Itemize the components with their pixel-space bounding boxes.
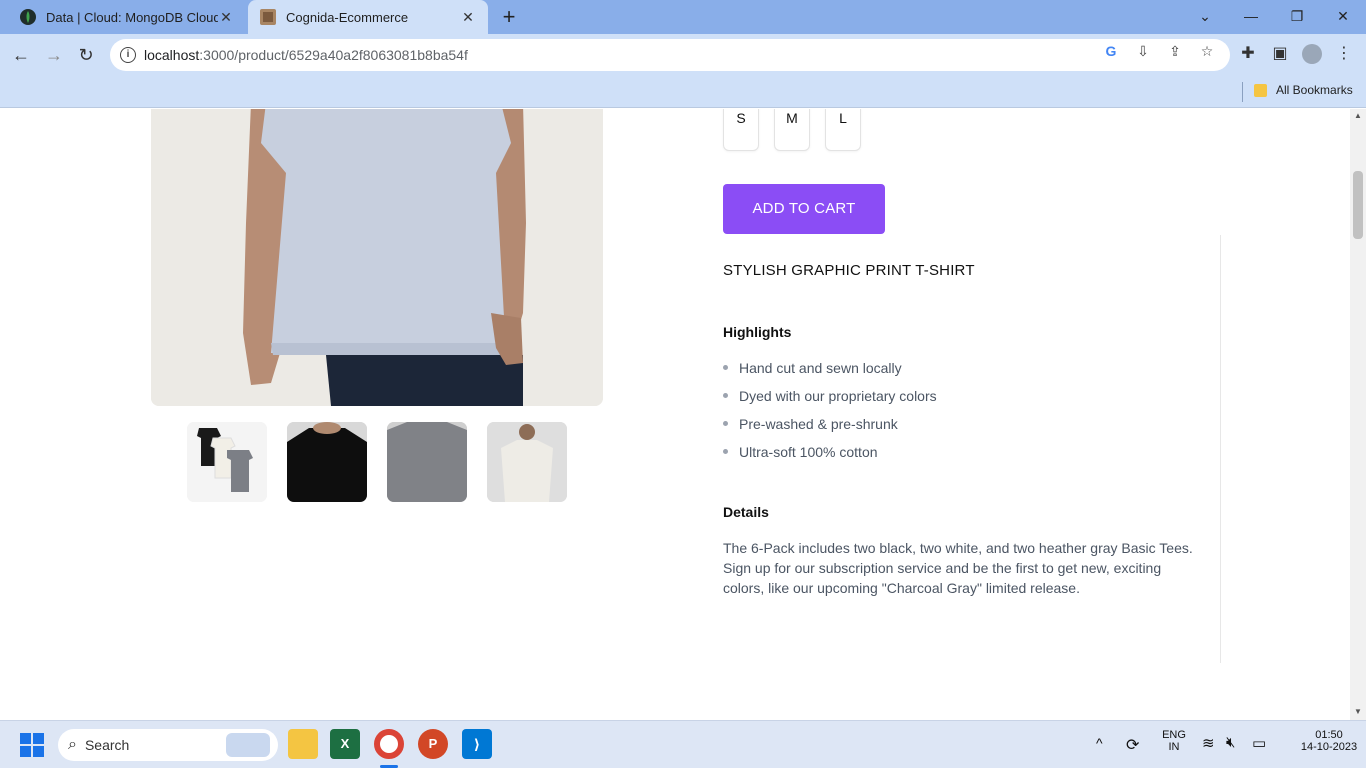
thumbnail-image[interactable] <box>387 422 467 502</box>
content-divider <box>1220 235 1221 663</box>
search-highlight-icon <box>226 733 270 757</box>
add-to-cart-button[interactable]: ADD TO CART <box>723 184 885 234</box>
show-hidden-icons-chevron-icon[interactable]: ^ <box>1096 735 1103 751</box>
clock-time: 01:50 <box>1315 729 1343 741</box>
scroll-up-arrow-icon[interactable]: ▲ <box>1354 111 1362 120</box>
windows-taskbar: ⌕ Search X P ⟩ ^ ⟳ ENG IN ≋ 🔇︎ ▭ 01:50 1… <box>0 720 1366 768</box>
url-text: localhost:3000/product/6529a40a2f8063081… <box>144 47 468 63</box>
tab-strip: Data | Cloud: MongoDB Cloud ✕ Cognida-Ec… <box>0 0 1366 34</box>
scroll-down-arrow-icon[interactable]: ▼ <box>1354 707 1362 716</box>
site-favicon-icon <box>260 9 276 25</box>
close-window-icon[interactable]: ✕ <box>1332 6 1354 26</box>
thumbnail-image[interactable] <box>187 422 267 502</box>
highlight-text: Dyed with our proprietary colors <box>739 388 937 404</box>
site-info-icon[interactable]: i <box>120 47 136 63</box>
details-heading: Details <box>723 504 769 520</box>
address-bar[interactable]: i localhost:3000/product/6529a40a2f80630… <box>110 39 1230 71</box>
size-option-s[interactable]: S <box>723 109 759 151</box>
file-explorer-icon[interactable] <box>288 729 318 759</box>
bookmarks-separator <box>1242 82 1243 102</box>
all-bookmarks-link[interactable]: All Bookmarks <box>1276 83 1353 97</box>
clock-date: 14-10-2023 <box>1300 741 1358 753</box>
install-app-icon[interactable]: ⇩ <box>1134 42 1152 60</box>
battery-icon[interactable]: ▭ <box>1252 734 1266 752</box>
highlight-item: Hand cut and sewn locally <box>723 360 902 376</box>
clock[interactable]: 01:50 14-10-2023 <box>1296 729 1362 753</box>
size-option-l[interactable]: L <box>825 109 861 151</box>
bullet-icon <box>723 392 728 398</box>
language-indicator[interactable]: ENG IN <box>1158 729 1190 753</box>
bookmarks-bar: All Bookmarks <box>0 76 1366 108</box>
forward-icon[interactable]: → <box>43 44 65 66</box>
tab-mongodb[interactable]: Data | Cloud: MongoDB Cloud ✕ <box>8 0 246 34</box>
taskbar-search[interactable]: ⌕ Search <box>58 729 278 761</box>
side-panel-icon[interactable]: ▣ <box>1270 44 1290 64</box>
scrollbar-thumb[interactable] <box>1353 171 1363 239</box>
close-tab-icon[interactable]: ✕ <box>460 9 476 26</box>
excel-icon[interactable]: X <box>330 729 360 759</box>
mongodb-leaf-icon <box>20 9 36 25</box>
reload-icon[interactable]: ↻ <box>75 44 97 66</box>
sync-icon[interactable]: ⟳ <box>1126 735 1139 755</box>
windows-start-icon[interactable] <box>20 733 44 757</box>
search-icon: ⌕ <box>68 736 77 753</box>
thumbnail-image[interactable] <box>287 422 367 502</box>
share-icon[interactable]: ⇪ <box>1166 42 1184 60</box>
highlight-item: Dyed with our proprietary colors <box>723 388 937 404</box>
page-content: S M L ADD TO CART STYLISH GRAPHIC PRINT … <box>0 109 1350 720</box>
vscode-icon[interactable]: ⟩ <box>462 729 492 759</box>
thumbnail-image[interactable] <box>487 422 567 502</box>
google-lens-icon[interactable]: G <box>1102 42 1120 60</box>
extensions-icon[interactable]: ✚ <box>1238 44 1258 64</box>
close-tab-icon[interactable]: ✕ <box>218 9 234 26</box>
back-icon[interactable]: ← <box>10 44 32 66</box>
browser-toolbar: ← → ↻ i localhost:3000/product/6529a40a2… <box>0 34 1366 76</box>
lang-bottom: IN <box>1168 741 1180 753</box>
highlight-item: Pre-washed & pre-shrunk <box>723 416 898 432</box>
product-title: STYLISH GRAPHIC PRINT T-SHIRT <box>723 262 975 279</box>
tab-title: Cognida-Ecommerce <box>286 9 409 25</box>
highlight-item: Ultra-soft 100% cotton <box>723 444 878 460</box>
highlights-heading: Highlights <box>723 324 792 340</box>
chrome-icon[interactable] <box>374 729 404 759</box>
tab-title: Data | Cloud: MongoDB Cloud <box>46 9 218 25</box>
highlight-text: Pre-washed & pre-shrunk <box>739 416 898 432</box>
tab-search-chevron-icon[interactable]: ⌄ <box>1194 6 1216 26</box>
bullet-icon <box>723 448 728 454</box>
new-tab-icon[interactable]: + <box>498 6 520 28</box>
url-path: :3000/product/6529a40a2f8063081b8ba54f <box>199 47 468 63</box>
bookmark-star-icon[interactable]: ☆ <box>1198 42 1216 60</box>
highlight-text: Ultra-soft 100% cotton <box>739 444 878 460</box>
profile-avatar[interactable] <box>1302 44 1322 64</box>
restore-icon[interactable]: ❐ <box>1286 6 1308 26</box>
url-host: localhost <box>144 47 200 63</box>
page-scrollbar[interactable]: ▲ ▼ <box>1350 109 1366 720</box>
wifi-icon[interactable]: ≋ <box>1202 734 1215 752</box>
main-product-image <box>151 109 603 406</box>
highlight-text: Hand cut and sewn locally <box>739 360 902 376</box>
powerpoint-icon[interactable]: P <box>418 729 448 759</box>
bullet-icon <box>723 364 728 370</box>
lang-top: ENG <box>1162 729 1186 741</box>
minimize-icon[interactable]: — <box>1240 6 1262 26</box>
details-text: The 6-Pack includes two black, two white… <box>723 540 1193 596</box>
menu-kebab-icon[interactable]: ⋮ <box>1334 44 1354 64</box>
volume-muted-icon[interactable]: 🔇︎ <box>1226 734 1235 751</box>
search-label: Search <box>84 737 130 753</box>
tab-cognida[interactable]: Cognida-Ecommerce ✕ <box>248 0 488 34</box>
folder-icon <box>1254 84 1267 97</box>
bullet-icon <box>723 420 728 426</box>
size-option-m[interactable]: M <box>774 109 810 151</box>
